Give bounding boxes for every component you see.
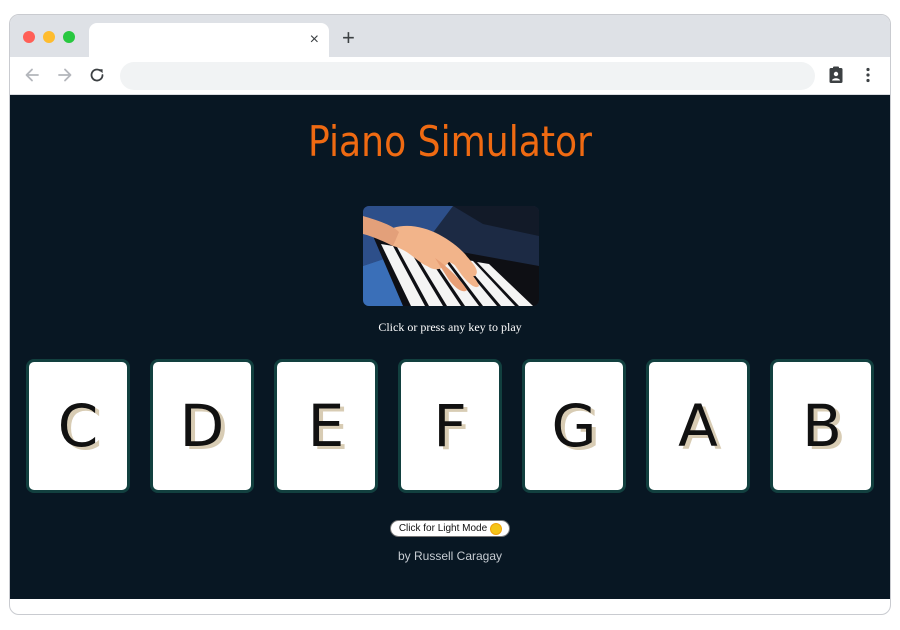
piano-hands-image (363, 206, 539, 306)
sun-icon (491, 523, 502, 534)
light-mode-button[interactable]: Click for Light Mode (390, 520, 510, 537)
piano-key-d[interactable]: D (150, 359, 254, 493)
key-label: F (433, 392, 467, 460)
maximize-window-button[interactable] (63, 31, 75, 43)
key-label: D (179, 392, 225, 460)
vertical-dots-icon[interactable] (858, 65, 878, 85)
key-label: A (678, 392, 718, 460)
piano-key-f[interactable]: F (398, 359, 502, 493)
address-bar[interactable] (120, 62, 815, 90)
key-label: G (551, 392, 597, 460)
key-label: B (802, 392, 842, 460)
piano-keys: C D E F G A B (26, 359, 878, 495)
light-mode-label: Click for Light Mode (398, 523, 488, 534)
tab-close-icon[interactable]: × (310, 30, 319, 50)
browser-window: × + Piano Simulator Click or press any k… (9, 14, 891, 615)
piano-key-e[interactable]: E (274, 359, 378, 493)
page-viewport: Piano Simulator Click or press any key t… (10, 95, 890, 599)
new-tab-button[interactable]: + (342, 26, 355, 50)
piano-key-a[interactable]: A (646, 359, 750, 493)
back-icon[interactable] (22, 65, 42, 85)
piano-key-g[interactable]: G (522, 359, 626, 493)
author-credit: by Russell Caragay (397, 549, 503, 563)
forward-icon[interactable] (55, 65, 75, 85)
close-window-button[interactable] (23, 31, 35, 43)
piano-key-c[interactable]: C (26, 359, 130, 493)
active-tab[interactable]: × (89, 23, 329, 57)
key-label: C (57, 392, 99, 460)
piano-key-b[interactable]: B (770, 359, 874, 493)
page-title: Piano Simulator (308, 117, 592, 166)
minimize-window-button[interactable] (43, 31, 55, 43)
play-instructions: Click or press any key to play (378, 320, 522, 334)
tab-strip: × + (10, 15, 890, 57)
key-label: E (307, 392, 345, 460)
reload-icon[interactable] (87, 65, 107, 85)
clipboard-account-icon[interactable] (826, 65, 846, 85)
browser-toolbar (10, 57, 890, 95)
